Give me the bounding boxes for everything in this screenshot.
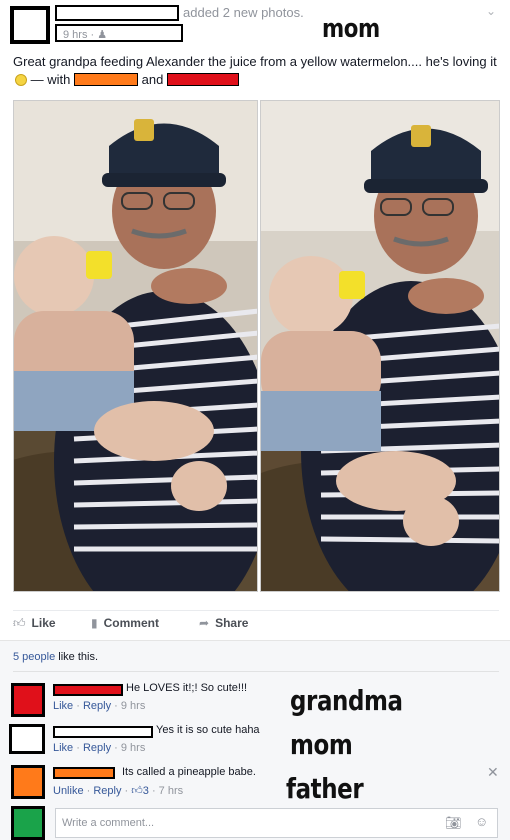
divider	[13, 671, 499, 672]
share-button[interactable]: ➦ Share	[199, 616, 248, 630]
poster-name-redacted[interactable]	[55, 5, 179, 21]
like-label: Like	[31, 616, 56, 630]
commenter-name-redacted[interactable]	[53, 684, 123, 696]
comment-meta: Like · Reply · 9 hrs	[53, 742, 146, 754]
post-photo-1[interactable]	[13, 100, 258, 592]
share-arrow-icon: ➦	[199, 616, 210, 630]
thumbs-up-icon: 👍︎	[13, 616, 26, 630]
camera-icon[interactable]: 📷︎	[445, 815, 462, 831]
tagged-person-redacted-red[interactable]	[166, 73, 239, 86]
thumbs-up-icon: 👍︎	[131, 785, 143, 797]
comment-reply-link[interactable]: Reply	[93, 785, 121, 797]
post-caption: Great grandpa feeding Alexander the juic…	[13, 53, 498, 89]
annotation-grandma: grandma	[290, 684, 403, 717]
comment-like-link[interactable]: Like	[53, 742, 73, 754]
comment-text: Yes it is so cute haha	[156, 724, 260, 736]
comment-time[interactable]: 9 hrs	[121, 700, 145, 712]
annotation-father: father	[286, 772, 364, 805]
close-icon[interactable]: ✕	[487, 764, 499, 781]
like-count-value: 3	[142, 785, 149, 797]
comment-text: He LOVES it!;! So cute!!!	[126, 682, 248, 694]
comment-avatar-redacted[interactable]	[11, 765, 45, 799]
likes-count-link[interactable]: 5 people	[13, 651, 55, 663]
share-label: Share	[215, 616, 249, 630]
comment-button[interactable]: ▮ Comment	[91, 616, 159, 630]
composer-avatar-redacted	[11, 806, 45, 840]
likes-suffix: like this.	[58, 651, 99, 663]
comment-time[interactable]: 7 hrs	[159, 785, 183, 797]
annotation-mom: mom	[290, 728, 353, 761]
comment-like-count[interactable]: 👍︎3	[131, 785, 149, 797]
tagged-person-redacted-orange[interactable]	[73, 73, 138, 86]
caption-and: and	[141, 72, 164, 87]
comment-meta: Unlike · Reply · 👍︎3 · 7 hrs	[53, 785, 184, 797]
smiley-emoji-icon	[15, 74, 27, 86]
comment-time[interactable]: 9 hrs	[121, 742, 145, 754]
comment-text: Its called a pineapple babe.	[122, 766, 256, 778]
comment-bubble-icon: ▮	[91, 616, 98, 630]
comment-label: Comment	[103, 616, 159, 630]
comment-avatar-redacted[interactable]	[9, 724, 45, 754]
likes-summary: 5 people like this.	[13, 651, 98, 663]
commenter-name-redacted[interactable]	[53, 767, 115, 779]
post-action-text: added 2 new photos.	[183, 5, 304, 20]
comment-reply-link[interactable]: Reply	[83, 742, 111, 754]
write-comment-input[interactable]: Write a comment...	[55, 808, 498, 838]
poster-avatar-redacted[interactable]	[10, 6, 50, 44]
comment-unlike-link[interactable]: Unlike	[53, 785, 84, 797]
post-photo-2[interactable]	[260, 100, 500, 592]
comment-avatar-redacted[interactable]	[11, 683, 45, 717]
comment-reply-link[interactable]: Reply	[83, 700, 111, 712]
post-meta: 9 hrs · ♟	[55, 24, 183, 42]
post-actions-bar: 👍︎ Like ▮ Comment ➦ Share	[13, 610, 499, 630]
annotation-mom-top: mom	[322, 14, 380, 44]
emoji-icon[interactable]: ☺	[475, 814, 488, 829]
commenter-name-redacted[interactable]	[53, 726, 153, 738]
post-time[interactable]: 9 hrs	[63, 29, 87, 41]
caption-text: Great grandpa feeding Alexander the juic…	[13, 54, 497, 69]
comment-meta: Like · Reply · 9 hrs	[53, 700, 146, 712]
chevron-down-icon[interactable]: ⌄	[486, 4, 496, 18]
caption-with: — with	[30, 72, 71, 87]
comment-like-link[interactable]: Like	[53, 700, 73, 712]
friends-icon: ♟	[97, 29, 108, 41]
like-button[interactable]: 👍︎ Like	[13, 616, 56, 631]
